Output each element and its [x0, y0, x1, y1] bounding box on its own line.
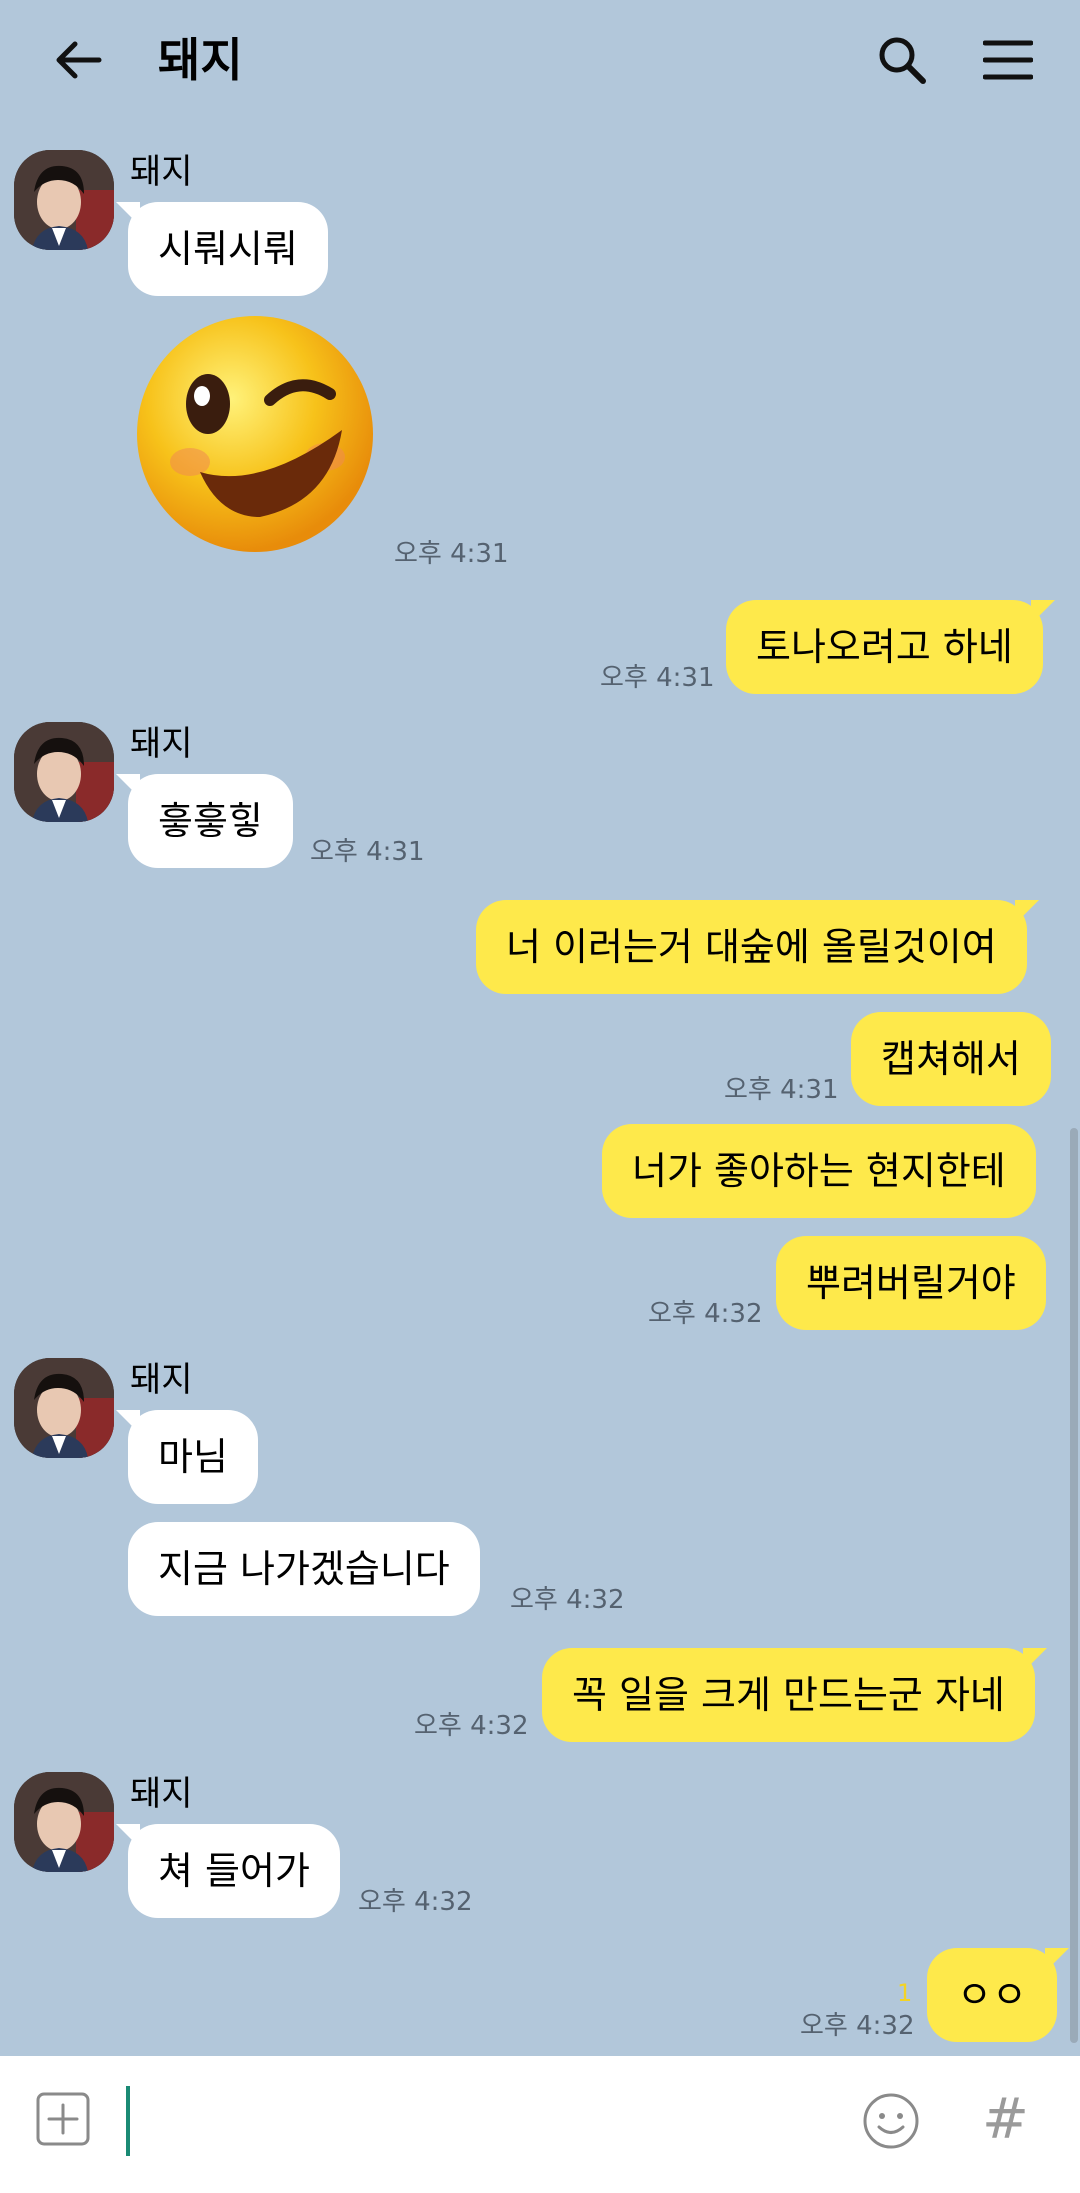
message-bubble[interactable]: 쳐 들어가: [116, 1824, 340, 1918]
timestamp: 오후 4:32: [510, 1585, 625, 1615]
profile-photo: [14, 150, 114, 250]
message-input[interactable]: [126, 2086, 130, 2156]
unread-count: 1: [897, 1979, 913, 2007]
timestamp: 오후 4:32: [358, 1887, 473, 1917]
timestamp: 오후 4:31: [394, 539, 509, 569]
timestamp: 오후 4:31: [724, 1075, 839, 1105]
profile-photo: [14, 1772, 114, 1872]
avatar[interactable]: [14, 1772, 114, 1872]
timestamp: 오후 4:31: [600, 663, 715, 693]
message-bubble[interactable]: 지금 나가겠습니다: [128, 1522, 480, 1616]
message-bubble[interactable]: 너가 좋아하는 현지한테: [602, 1124, 1036, 1218]
search-button[interactable]: [872, 30, 932, 90]
wink-emoji-sticker[interactable]: [130, 312, 380, 562]
avatar[interactable]: [14, 722, 114, 822]
avatar[interactable]: [14, 150, 114, 250]
sender-name: 돼지: [130, 1360, 193, 1400]
message-bubble[interactable]: 토나오려고 하네: [726, 600, 1055, 694]
timestamp: 오후 4:32: [648, 1299, 763, 1329]
message-bubble[interactable]: 시뤄시뤄: [116, 202, 328, 296]
message-bubble[interactable]: 캡쳐해서: [851, 1012, 1051, 1106]
message-input-bar: #: [0, 2056, 1080, 2193]
timestamp: 오후 4:32: [414, 1711, 529, 1741]
chat-title: 돼지: [158, 33, 243, 87]
message-bubble[interactable]: 꼭 일을 크게 만드는군 자네: [542, 1648, 1047, 1742]
message-bubble[interactable]: ㅇㅇ: [927, 1948, 1069, 2042]
message-bubble[interactable]: 너 이러는거 대숲에 올릴것이여: [476, 900, 1039, 994]
hashtag-icon[interactable]: #: [982, 2088, 1029, 2152]
message-bubble[interactable]: 흫흫힣: [116, 774, 293, 868]
sender-name: 돼지: [130, 724, 193, 764]
timestamp: 오후 4:31: [310, 837, 425, 867]
chat-header: 돼지: [0, 0, 1080, 120]
menu-icon: [983, 40, 1033, 80]
avatar[interactable]: [14, 1358, 114, 1458]
sender-name: 돼지: [130, 1774, 193, 1814]
timestamp: 오후 4:32: [800, 2011, 915, 2041]
back-arrow-icon: [56, 41, 102, 79]
search-icon: [879, 37, 926, 84]
profile-photo: [14, 1358, 114, 1458]
back-button[interactable]: [48, 30, 108, 90]
sender-name: 돼지: [130, 152, 193, 192]
scrollbar[interactable]: [1070, 1128, 1078, 2043]
message-bubble[interactable]: 뿌려버릴거야: [776, 1236, 1046, 1330]
add-icon[interactable]: [36, 2092, 90, 2146]
message-bubble[interactable]: 마님: [116, 1410, 258, 1504]
profile-photo: [14, 722, 114, 822]
emoticon-icon[interactable]: [862, 2092, 920, 2150]
menu-button[interactable]: [978, 30, 1038, 90]
